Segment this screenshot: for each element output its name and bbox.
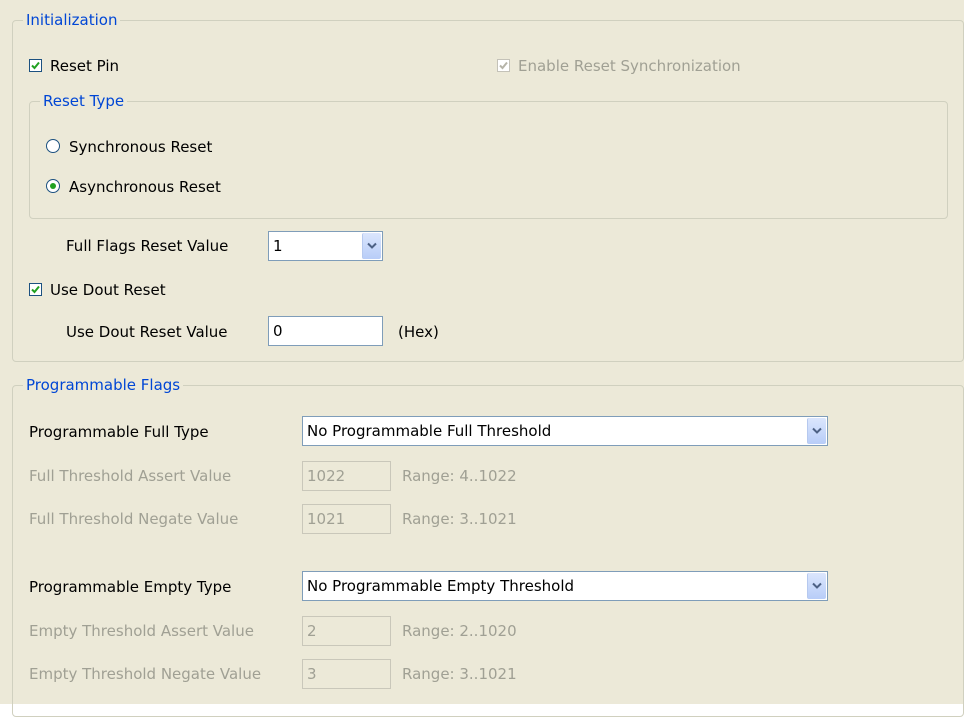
synchronous-reset-label: Synchronous Reset — [69, 138, 213, 156]
full-flags-reset-value-label: Full Flags Reset Value — [66, 237, 229, 255]
checkbox-checked-icon — [31, 61, 40, 70]
asynchronous-reset-radio[interactable] — [46, 179, 60, 193]
checkbox-checked-icon — [31, 285, 40, 294]
initialization-group-title: Initialization — [23, 11, 121, 29]
empty-threshold-assert-input[interactable]: 2 — [302, 616, 391, 646]
use-dout-reset-label: Use Dout Reset — [50, 281, 166, 299]
empty-threshold-negate-text: 3 — [307, 665, 317, 683]
reset-type-group-title: Reset Type — [40, 92, 128, 110]
empty-threshold-negate-range: Range: 3..1021 — [402, 665, 517, 683]
asynchronous-reset-label: Asynchronous Reset — [69, 178, 221, 196]
full-flags-reset-value-select[interactable]: 1 — [268, 231, 383, 261]
chevron-down-icon — [367, 242, 377, 249]
empty-threshold-assert-text: 2 — [307, 622, 317, 640]
chevron-down-icon — [812, 427, 822, 434]
enable-reset-sync-checkbox[interactable] — [497, 59, 510, 72]
programmable-full-type-dropdown-button[interactable] — [807, 418, 826, 444]
programmable-full-type-text: No Programmable Full Threshold — [307, 422, 552, 440]
radio-selected-icon — [50, 183, 56, 189]
reset-pin-checkbox[interactable] — [29, 59, 42, 72]
full-threshold-assert-range: Range: 4..1022 — [402, 467, 517, 485]
programmable-full-type-label: Programmable Full Type — [29, 423, 209, 441]
programmable-empty-type-text: No Programmable Empty Threshold — [307, 577, 575, 595]
full-threshold-assert-label: Full Threshold Assert Value — [29, 467, 232, 485]
full-threshold-negate-input[interactable]: 1021 — [302, 504, 391, 534]
reset-pin-label: Reset Pin — [50, 57, 120, 75]
checkbox-checked-icon — [499, 61, 508, 70]
full-threshold-negate-range: Range: 3..1021 — [402, 510, 517, 528]
reset-type-group: Reset Type — [29, 92, 948, 219]
programmable-empty-type-select[interactable]: No Programmable Empty Threshold — [302, 571, 828, 601]
use-dout-reset-checkbox[interactable] — [29, 283, 42, 296]
use-dout-reset-value-input[interactable]: 0 — [268, 316, 383, 346]
full-flags-reset-value-text: 1 — [273, 237, 283, 255]
empty-threshold-assert-range: Range: 2..1020 — [402, 622, 517, 640]
full-threshold-negate-text: 1021 — [307, 510, 346, 528]
full-threshold-negate-label: Full Threshold Negate Value — [29, 510, 239, 528]
enable-reset-sync-label: Enable Reset Synchronization — [518, 57, 741, 75]
programmable-empty-type-dropdown-button[interactable] — [807, 573, 826, 599]
empty-threshold-negate-input[interactable]: 3 — [302, 659, 391, 689]
use-dout-reset-value-label: Use Dout Reset Value — [66, 323, 228, 341]
empty-threshold-negate-label: Empty Threshold Negate Value — [29, 665, 262, 683]
settings-panel: Initialization Reset Pin Enable Reset Sy… — [0, 0, 964, 717]
programmable-full-type-select[interactable]: No Programmable Full Threshold — [302, 416, 828, 446]
hex-suffix: (Hex) — [398, 323, 439, 341]
programmable-flags-group-title: Programmable Flags — [23, 376, 184, 394]
use-dout-reset-value-text: 0 — [273, 322, 283, 340]
chevron-down-icon — [812, 582, 822, 589]
full-flags-dropdown-button[interactable] — [362, 233, 381, 259]
synchronous-reset-radio[interactable] — [46, 139, 60, 153]
programmable-empty-type-label: Programmable Empty Type — [29, 578, 232, 596]
full-threshold-assert-text: 1022 — [307, 467, 346, 485]
full-threshold-assert-input[interactable]: 1022 — [302, 461, 391, 491]
empty-threshold-assert-label: Empty Threshold Assert Value — [29, 622, 254, 640]
